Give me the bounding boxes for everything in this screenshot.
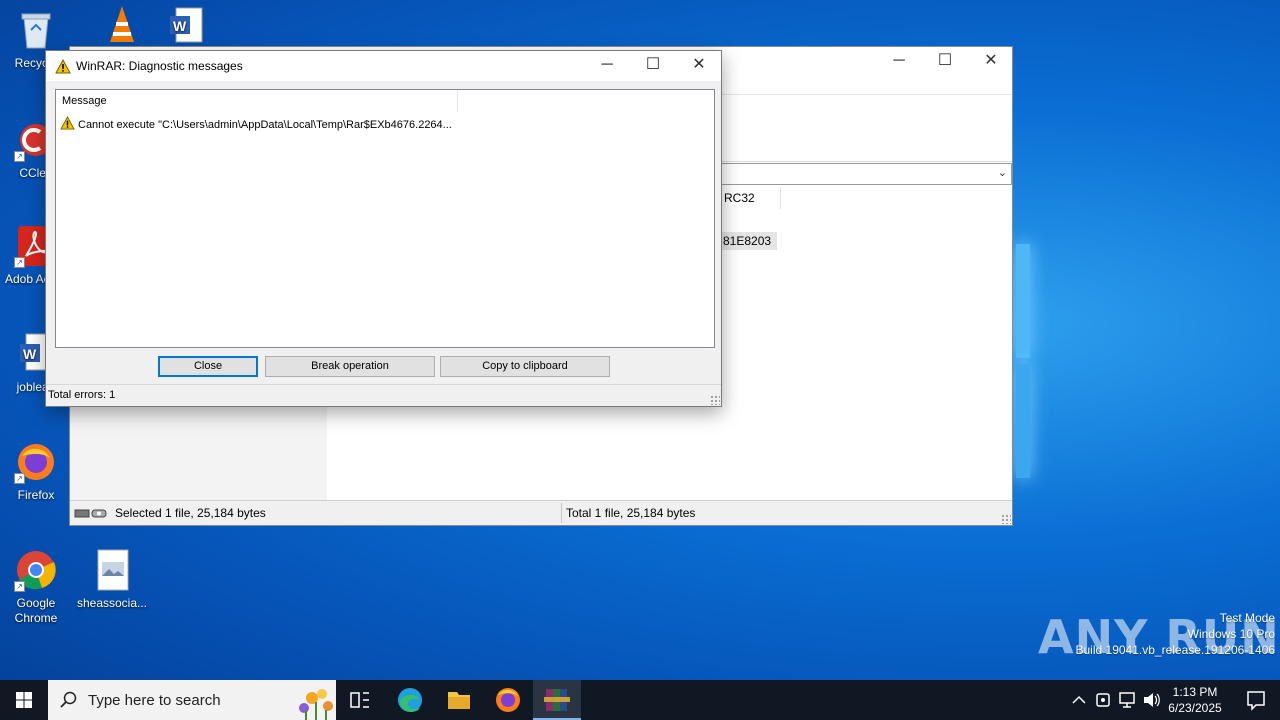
desktop-icon-word-doc[interactable]: W — [150, 4, 222, 52]
maximize-icon[interactable]: ☐ — [630, 51, 676, 81]
minimize-icon[interactable]: ─ — [584, 51, 630, 81]
word-document-icon: W — [164, 4, 208, 48]
drive-icon[interactable] — [74, 508, 108, 518]
close-button[interactable]: Close — [158, 356, 258, 377]
message-text: Cannot execute "C:\Users\admin\AppData\L… — [78, 119, 452, 131]
windows-watermark: Test Mode Windows 10 Pro Build 19041.vb_… — [1076, 610, 1276, 658]
search-highlight-flowers-icon — [299, 689, 333, 720]
search-icon — [60, 691, 77, 708]
warning-icon — [55, 58, 71, 77]
desktop-icon-firefox[interactable]: ↗ Firefox — [0, 440, 72, 503]
clock-date: 6/23/2025 — [1168, 701, 1222, 715]
desktop-icon-label: Firefox — [17, 488, 55, 502]
watermark-line: Windows 10 Pro — [1187, 627, 1275, 641]
column-header-message[interactable]: Message — [56, 90, 458, 112]
watermark-line: Build 19041.vb_release.191206-1406 — [1075, 643, 1276, 657]
divider — [46, 384, 721, 385]
diagnostic-messages-dialog[interactable]: WinRAR: Diagnostic messages ─ ☐ ✕ Messag… — [45, 50, 722, 407]
vlc-cone-icon — [100, 4, 144, 48]
taskbar-file-explorer[interactable] — [435, 680, 483, 720]
volume-icon[interactable] — [1140, 680, 1162, 720]
chrome-icon: ↗ — [14, 548, 58, 592]
minimize-icon[interactable]: ─ — [876, 47, 922, 77]
desktop-light-streak — [1016, 364, 1030, 478]
windows-logo-icon — [16, 692, 32, 708]
status-total: Total 1 file, 25,184 bytes — [566, 506, 696, 520]
svg-text:W: W — [173, 18, 187, 34]
svg-text:W: W — [23, 346, 37, 362]
desktop-icon-google-chrome[interactable]: ↗ Google Chrome — [0, 548, 72, 626]
copy-to-clipboard-button[interactable]: Copy to clipboard — [440, 356, 610, 377]
firefox-icon: ↗ — [14, 440, 58, 484]
taskbar: Type here to search 1:13 PM 6/23/2025 — [0, 680, 1280, 720]
desktop-icon-sheassocia[interactable]: sheassocia... — [76, 548, 148, 611]
column-header-crc32[interactable]: RC32 — [721, 187, 781, 209]
desktop-light-streak — [1016, 244, 1030, 358]
watermark-line: Test Mode — [1219, 611, 1275, 625]
dialog-title: WinRAR: Diagnostic messages — [76, 59, 243, 73]
folder-icon — [448, 692, 470, 709]
edge-icon — [398, 688, 422, 712]
image-file-icon — [90, 548, 134, 592]
tray-overflow-chevron-icon[interactable] — [1068, 680, 1090, 720]
taskbar-edge[interactable] — [386, 680, 434, 720]
close-icon[interactable]: ✕ — [676, 51, 722, 81]
taskbar-clock[interactable]: 1:13 PM 6/23/2025 — [1160, 684, 1230, 716]
desktop-icon-vlc[interactable] — [86, 4, 158, 52]
notifications-icon[interactable] — [1232, 680, 1280, 720]
warning-icon — [60, 115, 75, 130]
tray-app-icon[interactable] — [1092, 680, 1114, 720]
status-selected: Selected 1 file, 25,184 bytes — [115, 506, 266, 520]
list-item[interactable]: Cannot execute "C:\Users\admin\AppData\L… — [60, 115, 452, 132]
main-statusbar: Selected 1 file, 25,184 bytes Total 1 fi… — [70, 500, 1012, 525]
break-operation-button[interactable]: Break operation — [265, 356, 435, 377]
total-errors: Total errors: 1 — [48, 389, 116, 401]
shortcut-arrow-icon: ↗ — [14, 257, 25, 268]
resize-grip[interactable] — [1001, 514, 1011, 524]
winrar-icon — [544, 689, 570, 711]
shortcut-arrow-icon: ↗ — [14, 581, 25, 592]
taskbar-search-box[interactable]: Type here to search — [48, 680, 336, 720]
network-icon[interactable] — [1116, 680, 1138, 720]
taskbar-winrar[interactable] — [533, 680, 581, 720]
recycle-bin-icon — [14, 8, 58, 52]
start-button[interactable] — [0, 680, 48, 720]
shortcut-arrow-icon: ↗ — [14, 151, 25, 162]
message-list[interactable]: Message Cannot execute "C:\Users\admin\A… — [55, 89, 715, 348]
shortcut-arrow-icon: ↗ — [14, 473, 25, 484]
resize-grip[interactable] — [710, 395, 720, 405]
clock-time: 1:13 PM — [1172, 685, 1218, 699]
taskbar-firefox[interactable] — [484, 680, 532, 720]
status-divider — [561, 503, 562, 523]
search-placeholder: Type here to search — [88, 692, 221, 709]
maximize-icon[interactable]: ☐ — [922, 47, 968, 77]
file-row-crc-cell[interactable]: 81E8203 — [721, 232, 777, 250]
close-icon[interactable]: ✕ — [968, 47, 1014, 77]
desktop-icon-label: sheassocia... — [76, 596, 148, 610]
dialog-titlebar[interactable]: WinRAR: Diagnostic messages ─ ☐ ✕ — [46, 51, 721, 81]
chevron-down-icon[interactable]: ⌄ — [998, 166, 1007, 179]
task-view-button[interactable] — [336, 680, 384, 720]
firefox-icon — [496, 688, 520, 712]
desktop-icon-label: Google Chrome — [14, 596, 58, 625]
task-view-icon — [350, 692, 369, 708]
